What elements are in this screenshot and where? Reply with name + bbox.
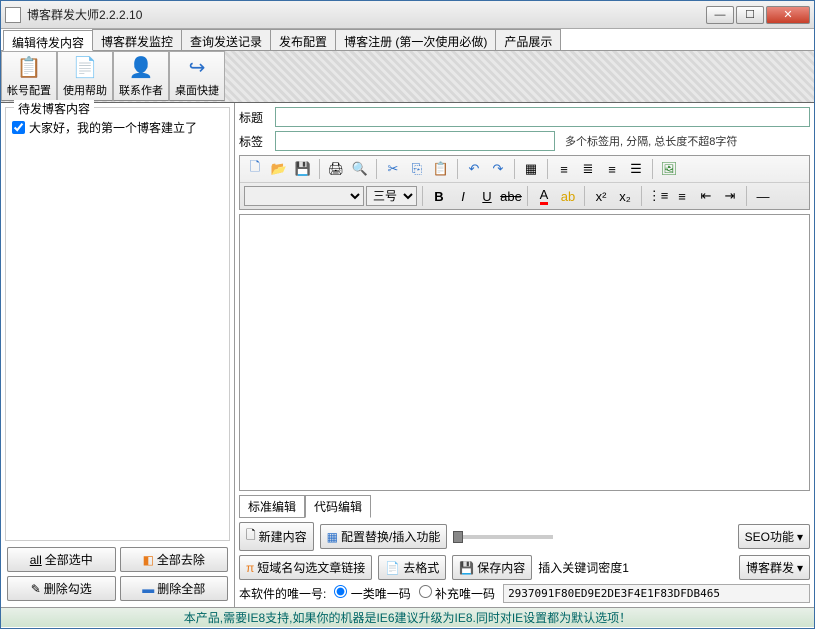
minimize-button[interactable]: — [706, 6, 734, 24]
print-icon[interactable]: 🖨 [325, 158, 347, 180]
maximize-button[interactable]: ☐ [736, 6, 764, 24]
tab-product-showcase[interactable]: 产品展示 [495, 29, 561, 50]
titlebar: 博客群发大师2.2.2.10 — ☐ ✕ [1, 1, 814, 29]
italic-icon[interactable]: I [452, 185, 474, 207]
editor-mode-tabs: 标准编辑 代码编辑 [239, 495, 810, 518]
tab-blog-register[interactable]: 博客注册 (第一次使用必做) [335, 29, 496, 50]
footer-message: 本产品,需要IE8支持,如果你的机器是IE6建议升级为IE8.同时对IE设置都为… [1, 607, 814, 627]
highlight-icon[interactable]: ab [557, 185, 579, 207]
shortcut-icon: ↪ [189, 55, 206, 80]
delete-checked-button[interactable]: ✎删除勾选 [7, 576, 116, 601]
pi-icon: π [246, 561, 254, 575]
align-left-icon[interactable]: ≡ [553, 158, 575, 180]
font-family-select[interactable] [244, 186, 364, 206]
window-title: 博客群发大师2.2.2.10 [27, 6, 706, 23]
open-folder-icon[interactable]: 📂 [268, 158, 290, 180]
slider-thumb[interactable] [453, 531, 463, 543]
title-input[interactable] [275, 107, 810, 127]
slider[interactable] [453, 535, 553, 539]
outdent-icon[interactable]: ⇤ [695, 185, 717, 207]
hr-icon[interactable]: — [752, 185, 774, 207]
doc-icon: 📄 [385, 561, 400, 575]
paste-icon[interactable]: 📋 [430, 158, 452, 180]
tab-edit-content[interactable]: 编辑待发内容 [3, 30, 93, 51]
list-item[interactable]: 大家好，我的第一个博客建立了 [10, 117, 225, 138]
title-label: 标题 [239, 109, 269, 126]
preview-icon[interactable]: 🔍 [349, 158, 371, 180]
number-list-icon[interactable]: ≡ [671, 185, 693, 207]
main-tabs: 编辑待发内容 博客群发监控 查询发送记录 发布配置 博客注册 (第一次使用必做)… [1, 29, 814, 51]
indent-icon[interactable]: ⇥ [719, 185, 741, 207]
pending-content-group: 待发博客内容 大家好，我的第一个博客建立了 [5, 107, 230, 541]
account-icon: 📋 [17, 55, 42, 80]
copy-icon[interactable]: ⎘ [406, 158, 428, 180]
superscript-icon[interactable]: x² [590, 185, 612, 207]
tab-monitor[interactable]: 博客群发监控 [92, 29, 182, 50]
close-button[interactable]: ✕ [766, 6, 810, 24]
tag-hint: 多个标签用, 分隔, 总长度不超8字符 [565, 133, 737, 149]
item-checkbox[interactable] [12, 121, 25, 134]
tag-input[interactable] [275, 131, 555, 151]
font-color-icon[interactable]: A [533, 185, 555, 207]
serial-label: 本软件的唯一号: [239, 585, 326, 602]
save-icon[interactable]: 💾 [292, 158, 314, 180]
tab-publish-config[interactable]: 发布配置 [270, 29, 336, 50]
serial-number: 2937091F80ED9E2DE3F4E1F83DFDB465 [503, 584, 810, 603]
standard-edit-tab[interactable]: 标准编辑 [239, 495, 305, 518]
bold-icon[interactable]: B [428, 185, 450, 207]
table-icon[interactable]: ▦ [520, 158, 542, 180]
new-file-icon[interactable]: 🗋 [244, 158, 266, 180]
erase-icon: ✎ [31, 582, 41, 596]
serial-option-2[interactable]: 补充唯一码 [419, 585, 495, 602]
image-icon[interactable]: 🖼 [658, 158, 680, 180]
shortlink-button[interactable]: π短域名勾选文章链接 [239, 555, 372, 580]
group-label: 待发博客内容 [14, 100, 94, 117]
account-config-button[interactable]: 📋帐号配置 [1, 51, 57, 101]
new-icon: 🗋 [246, 526, 256, 547]
config-replace-button[interactable]: ▦配置替换/插入功能 [320, 524, 448, 549]
app-icon [5, 7, 21, 23]
seo-button[interactable]: SEO功能 ▾ [738, 524, 810, 549]
undo-icon[interactable]: ↶ [463, 158, 485, 180]
align-right-icon[interactable]: ≡ [601, 158, 623, 180]
person-icon: 👤 [129, 55, 154, 80]
remove-icon: ◧ [143, 553, 154, 567]
desktop-shortcut-button[interactable]: ↪桌面快捷 [169, 51, 225, 101]
disk-icon: 💾 [459, 561, 474, 575]
font-size-select[interactable]: 三号 [366, 186, 417, 206]
keyword-density-label: 插入关键词密度1 [538, 559, 629, 576]
delete-all-button[interactable]: ▬删除全部 [120, 576, 229, 601]
align-center-icon[interactable]: ≣ [577, 158, 599, 180]
save-content-button[interactable]: 💾保存内容 [452, 555, 532, 580]
contact-author-button[interactable]: 👤联系作者 [113, 51, 169, 101]
remove-all-button[interactable]: ◧全部去除 [120, 547, 229, 572]
item-text: 大家好，我的第一个博客建立了 [29, 119, 197, 136]
serial-option-1[interactable]: 一类唯一码 [334, 585, 410, 602]
tab-query-records[interactable]: 查询发送记录 [181, 29, 271, 50]
new-content-button[interactable]: 🗋新建内容 [239, 522, 314, 551]
gear-icon: ▦ [327, 530, 338, 544]
left-panel: 待发博客内容 大家好，我的第一个博客建立了 all全部选中 ◧全部去除 ✎删除勾… [1, 103, 235, 607]
editor-toolbar: 🗋 📂 💾 🖨 🔍 ✂ ⎘ 📋 ↶ ↷ ▦ ≡ [239, 155, 810, 210]
editor-textarea[interactable] [239, 214, 810, 491]
main-toolbar: 📋帐号配置 📄使用帮助 👤联系作者 ↪桌面快捷 [1, 51, 814, 103]
select-all-button[interactable]: all全部选中 [7, 547, 116, 572]
bullet-list-icon[interactable]: ⋮≡ [647, 185, 669, 207]
justify-icon[interactable]: ☰ [625, 158, 647, 180]
select-icon: all [30, 553, 42, 567]
redo-icon[interactable]: ↷ [487, 158, 509, 180]
right-panel: 标题 标签 多个标签用, 分隔, 总长度不超8字符 🗋 📂 💾 🖨 🔍 ✂ [235, 103, 814, 607]
strip-format-button[interactable]: 📄去格式 [378, 555, 446, 580]
cut-icon[interactable]: ✂ [382, 158, 404, 180]
help-button[interactable]: 📄使用帮助 [57, 51, 113, 101]
code-edit-tab[interactable]: 代码编辑 [305, 495, 371, 518]
help-icon: 📄 [73, 55, 98, 80]
subscript-icon[interactable]: x₂ [614, 185, 636, 207]
publish-button[interactable]: 博客群发 ▾ [739, 555, 810, 580]
tag-label: 标签 [239, 133, 269, 150]
trash-icon: ▬ [142, 582, 154, 596]
strikethrough-icon[interactable]: abe [500, 185, 522, 207]
underline-icon[interactable]: U [476, 185, 498, 207]
